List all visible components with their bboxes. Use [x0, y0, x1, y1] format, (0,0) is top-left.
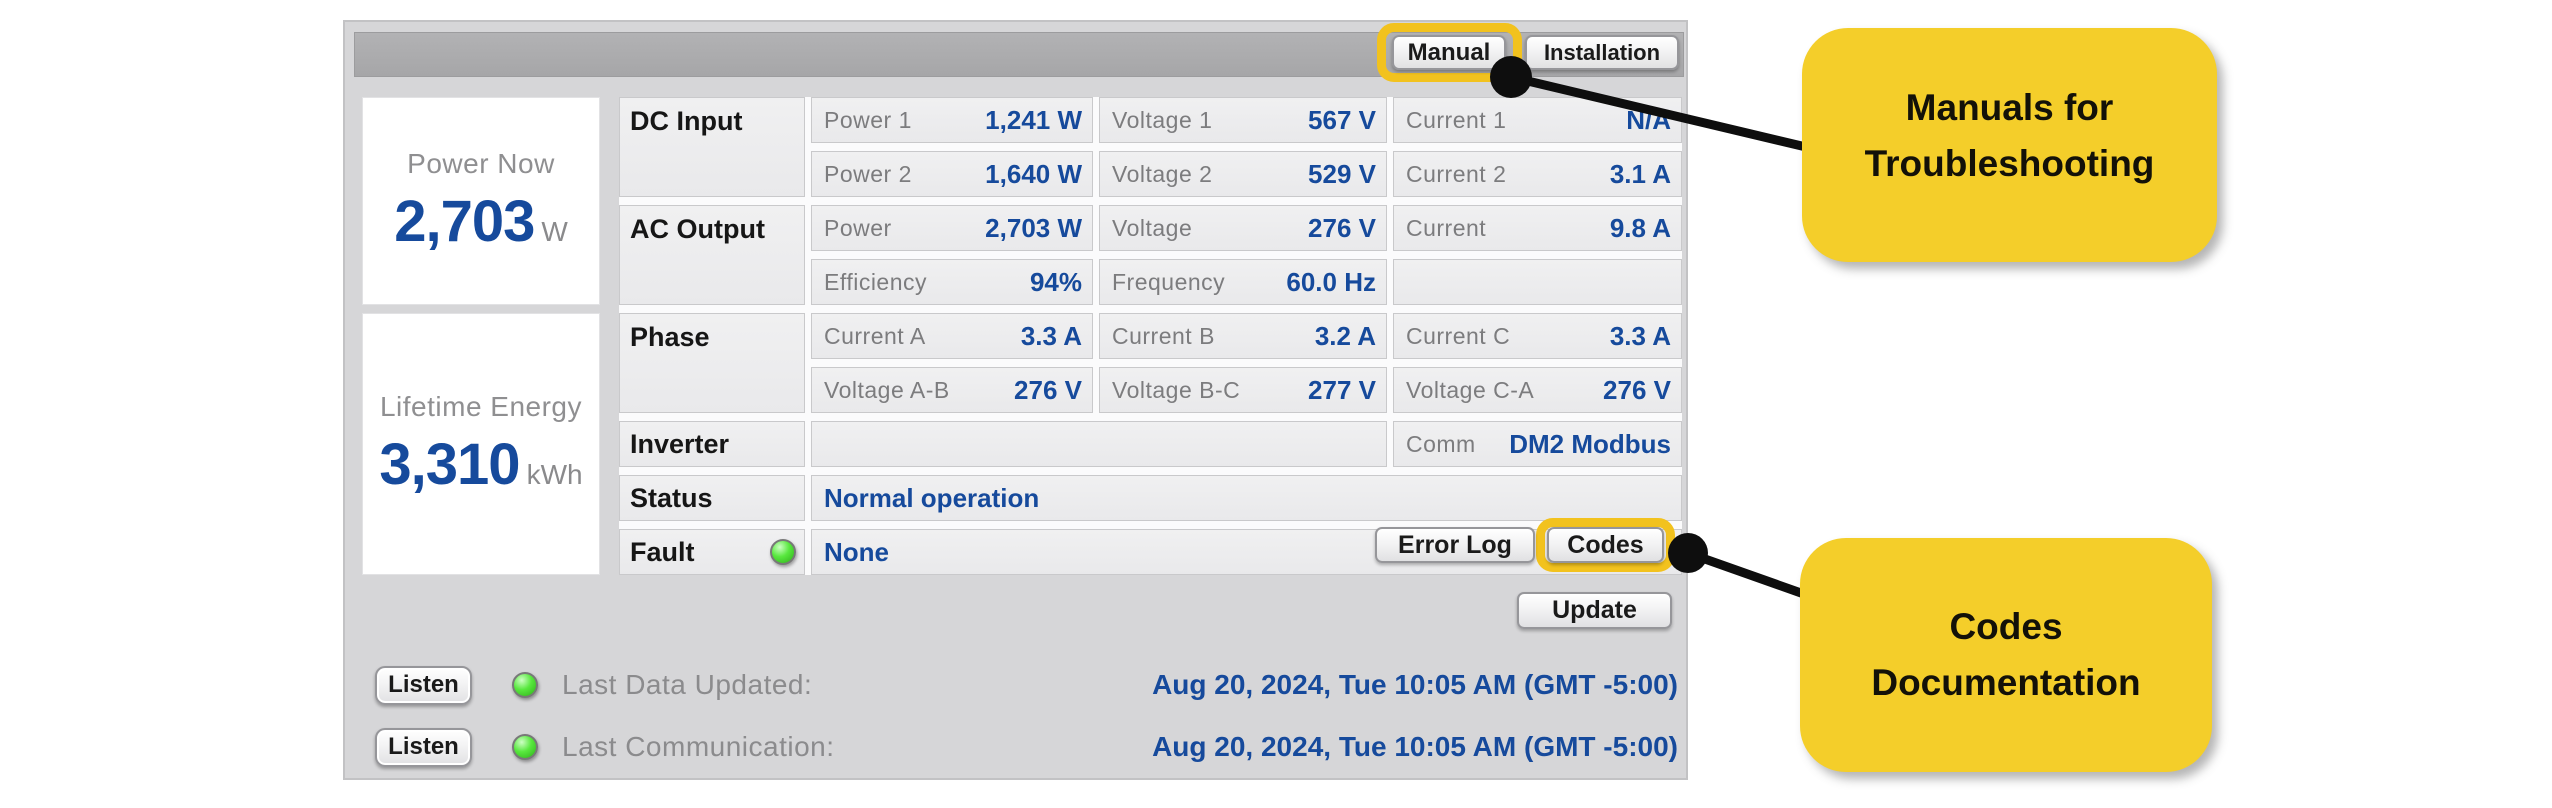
fault-ok-led-icon — [770, 539, 796, 565]
installation-button[interactable]: Installation — [1525, 35, 1679, 70]
status-value-cell: Normal operation — [811, 475, 1682, 521]
data-updated-led-icon — [512, 672, 538, 698]
last-communication-label: Last Communication: — [562, 731, 835, 762]
power-now-unit: W — [541, 215, 568, 247]
last-communication-value: Aug 20, 2024, Tue 10:05 AM (GMT -5:00) — [1152, 731, 1678, 762]
listen-button-communication[interactable]: Listen — [375, 727, 472, 767]
inverter-monitor-panel: Manual Installation Power Now 2,703 W Li… — [343, 20, 1688, 780]
last-data-updated-value: Aug 20, 2024, Tue 10:05 AM (GMT -5:00) — [1152, 669, 1678, 700]
metric-cell-current-2: Current 2 3.1 A — [1393, 151, 1682, 197]
section-label-status: Status — [619, 475, 805, 521]
metric-cell-ac-current: Current 9.8 A — [1393, 205, 1682, 251]
status-value: Normal operation — [824, 482, 1040, 513]
listen-button-data-updated[interactable]: Listen — [375, 665, 472, 705]
power-now-title: Power Now — [407, 147, 555, 179]
metric-cell-voltage-bc: Voltage B-C 277 V — [1099, 367, 1387, 413]
inverter-empty-cell — [811, 421, 1387, 467]
metric-cell-power-2: Power 2 1,640 W — [811, 151, 1093, 197]
metric-cell-current-a: Current A 3.3 A — [811, 313, 1093, 359]
last-data-updated-row: Listen Last Data Updated: Aug 20, 2024, … — [375, 665, 1678, 705]
metric-cell-ac-voltage: Voltage 276 V — [1099, 205, 1387, 251]
codes-callout-line — [1683, 548, 1823, 604]
codes-callout-bubble: Codes Documentation — [1800, 538, 2212, 772]
metric-cell-voltage-ab: Voltage A-B 276 V — [811, 367, 1093, 413]
codes-button[interactable]: Codes — [1547, 527, 1664, 563]
metric-cell-power-1: Power 1 1,241 W — [811, 97, 1093, 143]
metric-cell-current-b: Current B 3.2 A — [1099, 313, 1387, 359]
section-label-ac-output: AC Output — [619, 205, 805, 305]
lifetime-energy-title: Lifetime Energy — [379, 390, 583, 422]
metric-cell-comm: Comm DM2 Modbus — [1393, 421, 1682, 467]
metric-cell-voltage-ca: Voltage C-A 276 V — [1393, 367, 1682, 413]
power-now-card: Power Now 2,703 W — [362, 97, 600, 305]
section-label-fault: Fault — [619, 529, 805, 575]
last-data-updated-label: Last Data Updated: — [562, 669, 813, 700]
section-label-inverter: Inverter — [619, 421, 805, 467]
metric-cell-voltage-2: Voltage 2 529 V — [1099, 151, 1387, 197]
update-button[interactable]: Update — [1517, 592, 1672, 629]
metric-cell-voltage-1: Voltage 1 567 V — [1099, 97, 1387, 143]
metric-cell-efficiency: Efficiency 94% — [811, 259, 1093, 305]
communication-led-icon — [512, 734, 538, 760]
page: Manual Installation Power Now 2,703 W Li… — [0, 0, 2552, 808]
metric-cell-empty — [1393, 259, 1682, 305]
metric-cell-frequency: Frequency 60.0 Hz — [1099, 259, 1387, 305]
fault-value: None — [824, 536, 889, 567]
metric-cell-current-c: Current C 3.3 A — [1393, 313, 1682, 359]
power-now-value: 2,703 — [394, 188, 535, 254]
section-label-phase: Phase — [619, 313, 805, 413]
lifetime-energy-unit: kWh — [526, 458, 583, 490]
manual-callout-bubble: Manuals for Troubleshooting — [1802, 28, 2217, 262]
metrics-table: DC Input Power 1 1,241 W Voltage 1 567 V… — [619, 97, 1682, 575]
metric-cell-ac-power: Power 2,703 W — [811, 205, 1093, 251]
error-log-button[interactable]: Error Log — [1375, 527, 1535, 563]
manual-button[interactable]: Manual — [1392, 35, 1506, 70]
lifetime-energy-card: Lifetime Energy 3,310 kWh — [362, 313, 600, 575]
last-communication-row: Listen Last Communication: Aug 20, 2024,… — [375, 727, 1678, 767]
metric-cell-current-1: Current 1 N/A — [1393, 97, 1682, 143]
lifetime-energy-value: 3,310 — [379, 431, 520, 497]
section-label-dc-input: DC Input — [619, 97, 805, 197]
